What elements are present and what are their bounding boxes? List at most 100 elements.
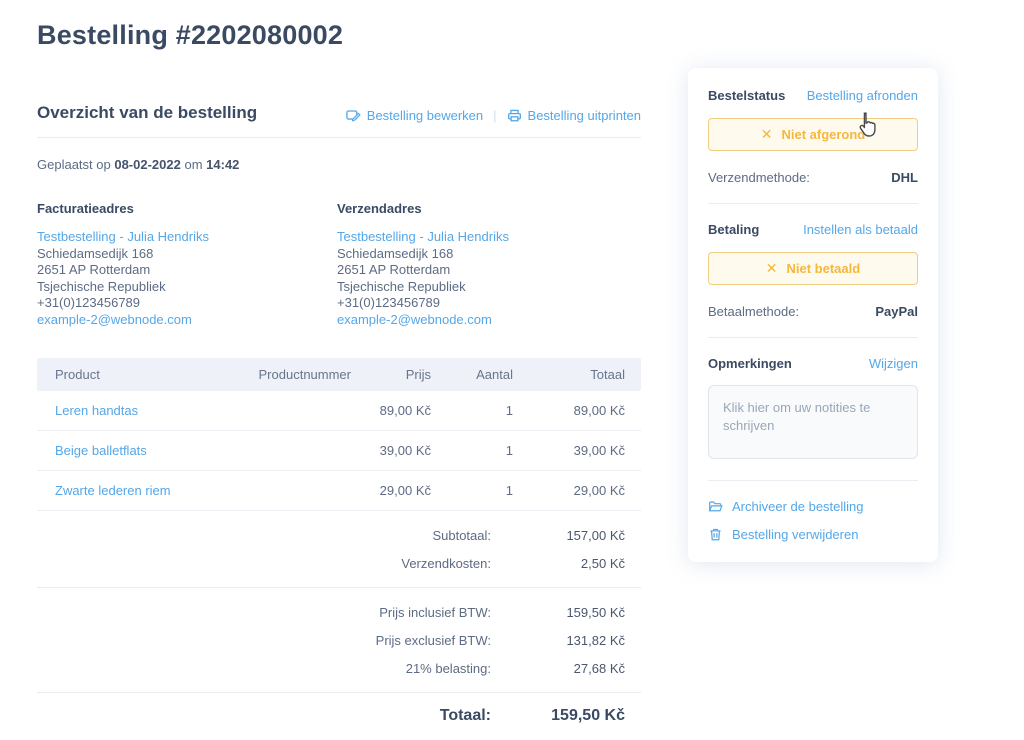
payment-heading: Betaling [708,222,759,237]
payment-badge-label: Niet betaald [787,261,861,276]
shipping-cost-label: Verzendkosten: [291,556,491,571]
tax-label: 21% belasting: [291,661,491,676]
shipping-method-value: DHL [891,170,918,185]
overview-heading: Overzicht van de bestelling [37,103,257,123]
billing-city: 2651 AP Rotterdam [37,262,337,279]
payment-header: Betaling Instellen als betaald [708,222,918,237]
tax-block: Prijs inclusief BTW: 159,50 Kč Prijs exc… [37,587,641,692]
placed-time: 14:42 [206,157,239,172]
billing-address: Facturatieadres Testbestelling - Julia H… [37,201,337,328]
shipping-customer-link[interactable]: Testbestelling - Julia Hendriks [337,229,509,244]
product-total: 29,00 Kč [529,483,641,498]
notes-heading: Opmerkingen [708,356,792,371]
order-status-heading: Bestelstatus [708,88,785,103]
overview-header: Overzicht van de bestelling Bestelling b… [37,103,641,138]
product-qty: 1 [447,443,529,458]
archive-order-label: Archiveer de bestelling [732,499,864,514]
billing-email-link[interactable]: example-2@webnode.com [37,312,192,327]
delete-order-link[interactable]: Bestelling verwijderen [708,527,918,542]
payment-badge[interactable]: ✕ Niet betaald [708,252,918,285]
edit-order-link[interactable]: Bestelling bewerken [346,108,483,123]
col-price: Prijs [367,367,447,382]
shipping-phone: +31(0)123456789 [337,295,637,312]
product-total: 89,00 Kč [529,403,641,418]
col-product: Product [37,367,255,382]
billing-street: Schiedamsedijk 168 [37,246,337,263]
archive-order-link[interactable]: Archiveer de bestelling [708,499,918,514]
order-detail-main: Bestelling #2202080002 Overzicht van de … [37,14,641,738]
shipping-address-heading: Verzendadres [337,201,637,216]
placed-date: 08-02-2022 [114,157,181,172]
price-excl-vat-label: Prijs exclusief BTW: [291,633,491,648]
divider [708,337,918,338]
product-price: 39,00 Kč [367,443,447,458]
product-price: 29,00 Kč [367,483,447,498]
status-badge[interactable]: ✕ Niet afgerond [708,118,918,151]
shipping-city: 2651 AP Rotterdam [337,262,637,279]
shipping-method-row: Verzendmethode: DHL [708,170,918,185]
grand-total-label: Totaal: [291,707,491,725]
shipping-country: Tsjechische Republiek [337,279,637,296]
col-quantity: Aantal [447,367,529,382]
grand-total-row: Totaal: 159,50 Kč [37,692,641,738]
table-row: Beige balletflats 39,00 Kč 1 39,00 Kč [37,431,641,471]
print-order-link[interactable]: Bestelling uitprinten [507,108,641,123]
link-separator: | [493,108,496,123]
shipping-method-label: Verzendmethode: [708,170,810,185]
shipping-cost-value: 2,50 Kč [491,556,641,571]
payment-method-label: Betaalmethode: [708,304,799,319]
product-link[interactable]: Leren handtas [55,403,138,418]
print-order-label: Bestelling uitprinten [528,108,641,123]
col-productnumber: Productnummer [255,367,367,382]
shipping-email-link[interactable]: example-2@webnode.com [337,312,492,327]
status-badge-label: Niet afgerond [781,127,865,142]
set-paid-link[interactable]: Instellen als betaald [803,222,918,237]
product-qty: 1 [447,403,529,418]
page-title: Bestelling #2202080002 [37,14,641,51]
divider [708,203,918,204]
archive-icon [708,499,723,514]
notes-header: Opmerkingen Wijzigen [708,356,918,371]
subtotal-value: 157,00 Kč [491,528,641,543]
products-table-header: Product Productnummer Prijs Aantal Totaa… [37,358,641,391]
product-qty: 1 [447,483,529,498]
x-icon: ✕ [766,260,778,277]
product-price: 89,00 Kč [367,403,447,418]
overview-actions: Bestelling bewerken | Bestelling uitprin… [346,108,641,123]
subtotal-label: Subtotaal: [291,528,491,543]
product-link[interactable]: Beige balletflats [55,443,147,458]
billing-customer-link[interactable]: Testbestelling - Julia Hendriks [37,229,209,244]
price-incl-vat-value: 159,50 Kč [491,605,641,620]
complete-order-link[interactable]: Bestelling afronden [807,88,918,103]
payment-method-row: Betaalmethode: PayPal [708,304,918,319]
payment-method-value: PayPal [875,304,918,319]
tax-value: 27,68 Kč [491,661,641,676]
trash-icon [708,527,723,542]
table-row: Zwarte lederen riem 29,00 Kč 1 29,00 Kč [37,471,641,511]
col-total: Totaal [529,367,641,382]
order-status-panel: Bestelstatus Bestelling afronden ✕ Niet … [688,68,938,562]
billing-country: Tsjechische Republiek [37,279,337,296]
order-placed-line: Geplaatst op 08-02-2022 om 14:42 [37,157,641,172]
placed-prefix: Geplaatst op [37,157,111,172]
notes-input[interactable] [708,385,918,459]
totals-section: Subtotaal: 157,00 Kč Verzendkosten: 2,50… [37,511,641,738]
printer-icon [507,108,522,123]
edit-order-label: Bestelling bewerken [367,108,483,123]
billing-address-heading: Facturatieadres [37,201,337,216]
shipping-street: Schiedamsedijk 168 [337,246,637,263]
price-excl-vat-value: 131,82 Kč [491,633,641,648]
subtotal-block: Subtotaal: 157,00 Kč Verzendkosten: 2,50… [37,511,641,587]
edit-notes-link[interactable]: Wijzigen [869,356,918,371]
order-actions: Archiveer de bestelling Bestelling verwi… [708,499,918,542]
delete-order-label: Bestelling verwijderen [732,527,858,542]
products-table: Product Productnummer Prijs Aantal Totaa… [37,358,641,511]
shipping-address: Verzendadres Testbestelling - Julia Hend… [337,201,637,328]
billing-phone: +31(0)123456789 [37,295,337,312]
placed-mid: om [184,157,202,172]
table-row: Leren handtas 89,00 Kč 1 89,00 Kč [37,391,641,431]
edit-icon [346,108,361,123]
grand-total-value: 159,50 Kč [491,707,641,725]
product-link[interactable]: Zwarte lederen riem [55,483,171,498]
price-incl-vat-label: Prijs inclusief BTW: [291,605,491,620]
